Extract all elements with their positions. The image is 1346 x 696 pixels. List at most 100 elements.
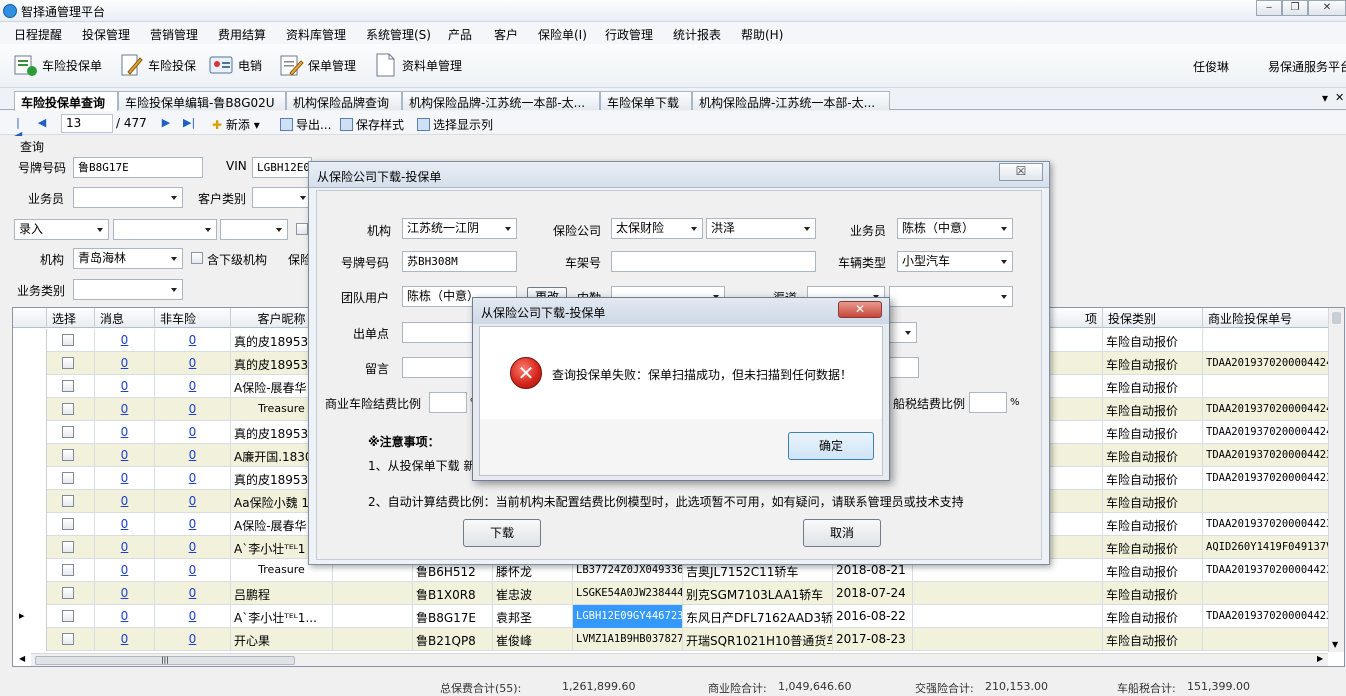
status-select[interactable]: 录入 bbox=[14, 219, 109, 240]
d1-salesman-select[interactable]: 陈栋（中意） bbox=[897, 218, 1013, 239]
tab-close-icon[interactable]: ✕ bbox=[1335, 91, 1344, 104]
row-header[interactable] bbox=[13, 421, 47, 444]
prev-page-icon[interactable]: ◀ bbox=[36, 116, 48, 129]
d1-outlet-input[interactable] bbox=[402, 322, 482, 343]
tab-brand-jiangsu-1[interactable]: 机构保险品牌-江苏统一本部-太... bbox=[402, 91, 600, 110]
error-ok-button[interactable]: 确定 bbox=[788, 432, 874, 460]
export-button[interactable]: 导出... bbox=[280, 116, 331, 133]
cell-message[interactable]: 0 bbox=[95, 628, 155, 651]
row-checkbox[interactable] bbox=[62, 472, 74, 484]
cell-message[interactable]: 0 bbox=[95, 605, 155, 628]
row-checkbox[interactable] bbox=[62, 426, 74, 438]
menu-marketing[interactable]: 营销管理 bbox=[150, 26, 198, 43]
car-policy-button[interactable]: 车险投保单 bbox=[12, 52, 108, 78]
tab-policy-download[interactable]: 车险保单下载 bbox=[600, 91, 692, 110]
menu-system[interactable]: 系统管理(S) bbox=[366, 26, 431, 43]
tab-brand-query[interactable]: 机构保险品牌查询 bbox=[286, 91, 402, 110]
scroll-down-icon[interactable]: ▼ bbox=[1332, 640, 1338, 649]
cell-noncar[interactable]: 0 bbox=[155, 375, 231, 398]
current-user[interactable]: 任俊琳 bbox=[1193, 58, 1229, 75]
last-page-icon[interactable]: ▶| bbox=[183, 116, 195, 129]
row-checkbox[interactable] bbox=[62, 357, 74, 369]
menu-help[interactable]: 帮助(H) bbox=[741, 26, 783, 43]
cell-noncar[interactable]: 0 bbox=[155, 559, 231, 582]
cell-noncar[interactable]: 0 bbox=[155, 536, 231, 559]
cell-message[interactable]: 0 bbox=[95, 467, 155, 490]
menu-settlement[interactable]: 费用结算 bbox=[218, 26, 266, 43]
menu-product[interactable]: 产品 bbox=[448, 26, 472, 43]
plate-input[interactable]: 鲁B8G17E bbox=[73, 157, 203, 178]
row-checkbox[interactable] bbox=[62, 518, 74, 530]
tab-policy-edit[interactable]: 车险投保单编辑-鲁B8G02U bbox=[118, 91, 286, 110]
error-dialog-close-button[interactable]: ✕ bbox=[838, 301, 882, 318]
cell-noncar[interactable]: 0 bbox=[155, 628, 231, 651]
d1-download-button[interactable]: 下载 bbox=[463, 519, 541, 547]
filter-select-2[interactable] bbox=[113, 219, 217, 240]
cell-message[interactable]: 0 bbox=[95, 329, 155, 352]
menu-insure[interactable]: 投保管理 bbox=[82, 26, 130, 43]
scroll-thumb[interactable] bbox=[1332, 312, 1341, 324]
grid-horizontal-scrollbar[interactable]: ||| bbox=[31, 653, 1328, 666]
col-select[interactable]: 选择 bbox=[47, 308, 95, 328]
d1-comm-ratio-input[interactable] bbox=[429, 392, 467, 413]
cell-message[interactable]: 0 bbox=[95, 536, 155, 559]
cell-message[interactable]: 0 bbox=[95, 421, 155, 444]
policy-management-button[interactable]: 保单管理 bbox=[278, 52, 360, 78]
cell-noncar[interactable]: 0 bbox=[155, 513, 231, 536]
row-header[interactable]: ▸ bbox=[13, 605, 47, 628]
cell-noncar[interactable]: 0 bbox=[155, 467, 231, 490]
row-header[interactable] bbox=[13, 490, 47, 513]
biz-type-select[interactable] bbox=[73, 279, 183, 300]
d1-outlet-select[interactable] bbox=[887, 322, 917, 343]
d1-frame-input[interactable] bbox=[611, 251, 816, 272]
cell-noncar[interactable]: 0 bbox=[155, 329, 231, 352]
cell-noncar[interactable]: 0 bbox=[155, 582, 231, 605]
d1-org-select[interactable]: 江苏统一江阴 bbox=[402, 218, 517, 239]
d1-cancel-button[interactable]: 取消 bbox=[803, 519, 881, 547]
cell-message[interactable]: 0 bbox=[95, 490, 155, 513]
page-number-input[interactable]: 13 bbox=[61, 114, 113, 133]
row-header[interactable] bbox=[13, 513, 47, 536]
cell-message[interactable]: 0 bbox=[95, 375, 155, 398]
cell-message[interactable]: 0 bbox=[95, 444, 155, 467]
row-header[interactable] bbox=[13, 536, 47, 559]
d1-insurer-select[interactable]: 太保财险 bbox=[611, 218, 703, 239]
row-header[interactable] bbox=[13, 444, 47, 467]
cell-noncar[interactable]: 0 bbox=[155, 444, 231, 467]
filter-checkbox[interactable] bbox=[296, 223, 308, 235]
cell-message[interactable]: 0 bbox=[95, 559, 155, 582]
scroll-left-icon[interactable]: ◀ bbox=[19, 654, 25, 663]
col-message[interactable]: 消息 bbox=[95, 308, 155, 328]
cell-message[interactable]: 0 bbox=[95, 352, 155, 375]
add-new-button[interactable]: ✚ 新添 ▾ bbox=[212, 116, 260, 133]
col-insure-type[interactable]: 投保类别 bbox=[1103, 308, 1203, 328]
d1-remark-input-right[interactable] bbox=[887, 357, 919, 378]
d1-insurer-branch-select[interactable]: 洪泽 bbox=[706, 218, 816, 239]
row-header[interactable] bbox=[13, 582, 47, 605]
service-platform-link[interactable]: 易保通服务平台 bbox=[1268, 58, 1346, 75]
menu-reports[interactable]: 统计报表 bbox=[673, 26, 721, 43]
cell-noncar[interactable]: 0 bbox=[155, 605, 231, 628]
tab-brand-jiangsu-2[interactable]: 机构保险品牌-江苏统一本部-太... bbox=[692, 91, 890, 110]
select-columns-button[interactable]: 选择显示列 bbox=[417, 116, 493, 133]
cell-message[interactable]: 0 bbox=[95, 582, 155, 605]
filter-select-3[interactable] bbox=[220, 219, 288, 240]
cell-noncar[interactable]: 0 bbox=[155, 352, 231, 375]
row-checkbox[interactable] bbox=[62, 610, 74, 622]
download-dialog-close-button[interactable]: ☒ bbox=[999, 163, 1043, 181]
menu-schedule[interactable]: 日程提醒 bbox=[14, 26, 62, 43]
table-row[interactable]: 0 0 开心果 鲁B21QP8 崔俊峰 LVMZ1A1B9HB037827 开瑞SQR102… bbox=[13, 628, 1344, 651]
row-header[interactable] bbox=[13, 628, 47, 651]
menu-admin[interactable]: 行政管理 bbox=[605, 26, 653, 43]
cell-noncar[interactable]: 0 bbox=[155, 398, 231, 421]
menu-library[interactable]: 资料库管理 bbox=[286, 26, 346, 43]
cell-noncar[interactable]: 0 bbox=[155, 490, 231, 513]
customer-type-select[interactable] bbox=[252, 187, 312, 208]
row-checkbox[interactable] bbox=[62, 495, 74, 507]
menu-customer[interactable]: 客户 bbox=[494, 26, 518, 43]
minimize-button[interactable]: ‒ bbox=[1256, 0, 1282, 16]
telesales-button[interactable]: 电销 bbox=[208, 52, 268, 78]
row-header[interactable] bbox=[13, 375, 47, 398]
table-row[interactable]: 0 0 吕鹏程 鲁B1X0R8 崔忠波 LSGKE54A0JW238444 别克SGM710… bbox=[13, 582, 1344, 605]
d1-plate-input[interactable]: 苏BH308M bbox=[402, 251, 517, 272]
